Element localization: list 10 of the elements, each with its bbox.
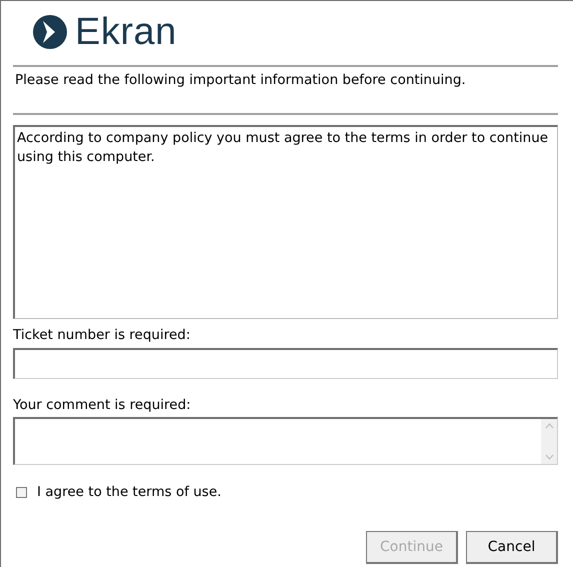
comment-label: Your comment is required: xyxy=(13,396,192,414)
logo-icon xyxy=(33,15,67,49)
ticket-label: Ticket number is required: xyxy=(13,326,192,344)
agree-label: I agree to the terms of use. xyxy=(37,483,222,501)
logo-text: Ekran xyxy=(75,13,177,51)
terms-text: According to company policy you must agree to the terms in order to continue using this computer. xyxy=(13,125,558,319)
intro-text: Please read the following important information before continuing. xyxy=(14,71,467,89)
ticket-field[interactable] xyxy=(13,348,558,379)
dialog-button[interactable]: Cancel xyxy=(466,531,558,564)
agree-checkbox[interactable] xyxy=(16,486,27,498)
